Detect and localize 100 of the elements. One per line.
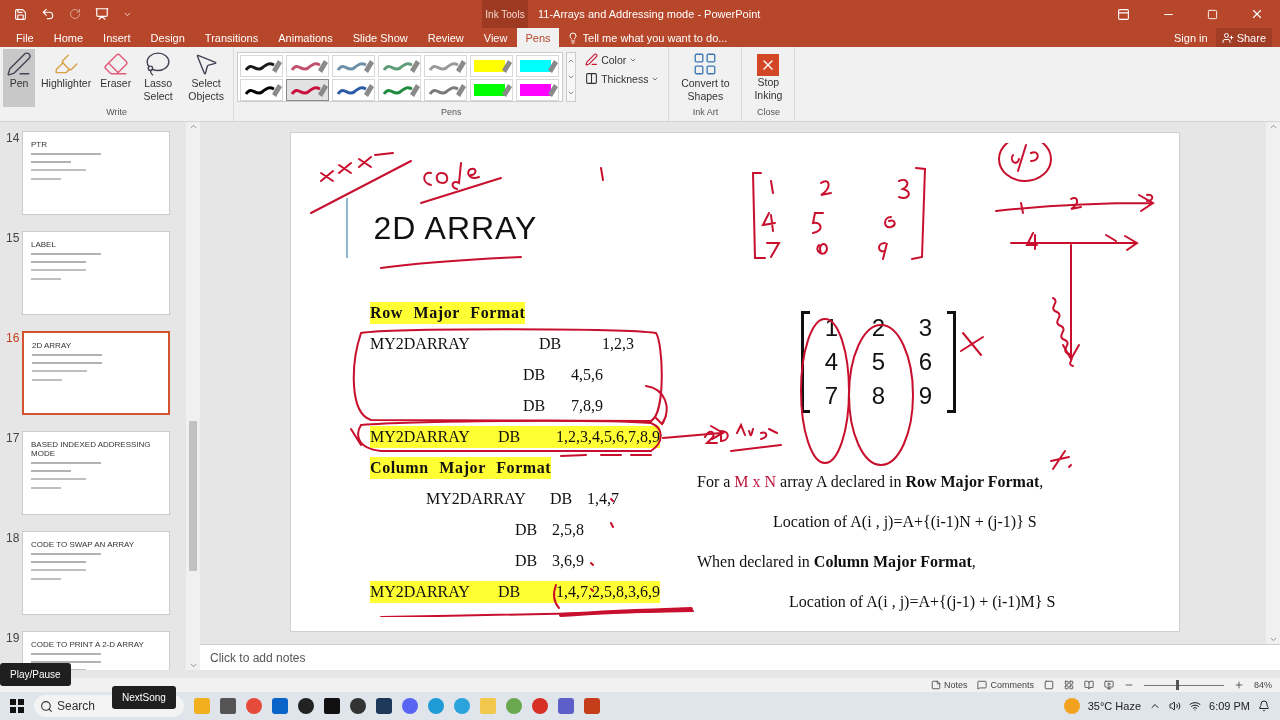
ribbon-tab[interactable]: Insert [93, 28, 141, 47]
redo-icon[interactable] [69, 8, 81, 20]
pen-tip-icon [410, 84, 421, 97]
ribbon-tab[interactable]: Transitions [194, 28, 269, 47]
slide-content-drawing [32, 354, 102, 382]
ribbon-tab[interactable]: Animations [268, 28, 343, 47]
presentation-icon[interactable] [95, 7, 109, 21]
ribbon-tab[interactable]: Slide Show [342, 28, 418, 47]
round-browser-icon[interactable] [246, 698, 262, 714]
note-icon [930, 680, 941, 690]
sign-in-link[interactable]: Sign in [1174, 31, 1208, 44]
lightbulb-icon [566, 31, 579, 44]
ribbon-tab[interactable]: Review [417, 28, 474, 47]
volume-icon[interactable] [1169, 700, 1182, 712]
pen-tip-icon [318, 84, 329, 97]
ink-tool-button[interactable]: Select Objects [182, 49, 231, 107]
slide-thumbnail[interactable]: CODE TO SWAP AN ARRAY [22, 531, 170, 615]
weather-text[interactable]: 35°C Haze [1087, 700, 1142, 712]
normal-view-icon[interactable] [1044, 680, 1054, 690]
pen-tip-icon [272, 60, 283, 73]
thumbnail-scrollbar[interactable] [186, 122, 200, 670]
statement-text: For a M x N array A declared in Row Major Format, [697, 473, 1044, 491]
save-icon[interactable] [14, 7, 27, 21]
notification-icon[interactable] [1258, 700, 1270, 712]
slide-thumbnail[interactable]: PTR [22, 131, 170, 215]
slideshow-icon[interactable] [1104, 680, 1114, 690]
ribbon-display-icon[interactable] [1117, 7, 1130, 21]
highlighter-swatch[interactable] [470, 55, 514, 77]
pen-tip-icon [410, 60, 421, 73]
ink-tool-button[interactable]: Highlighter [38, 49, 95, 107]
ribbon-tab[interactable]: Design [140, 28, 195, 47]
person-plus-icon [1221, 31, 1234, 44]
zoom-in-icon[interactable] [1234, 680, 1244, 690]
thickness-button[interactable]: Thickness [585, 72, 660, 85]
group-label: Pens [440, 107, 463, 119]
share-button[interactable]: Share [1215, 28, 1272, 47]
tell-me-field[interactable]: Tell me what you want to do... [582, 31, 783, 44]
gallery-scroll-buttons[interactable] [566, 52, 577, 102]
zoom-percent[interactable]: 84% [1254, 680, 1272, 690]
reading-view-icon[interactable] [1084, 680, 1094, 690]
section-heading: Row Major Format [370, 301, 526, 324]
undo-icon[interactable] [41, 7, 55, 21]
next-song-tooltip: NextSong [112, 686, 176, 709]
clock-time[interactable]: 6:09 PM [1209, 700, 1250, 712]
round-browser-icon[interactable] [532, 698, 548, 714]
scroll-up-icon[interactable] [1268, 122, 1278, 131]
pen-tip-icon [364, 84, 375, 97]
pen-swatch[interactable] [286, 79, 330, 101]
scroll-up-icon[interactable] [188, 122, 198, 131]
slide-thumbnail[interactable]: LABEL [22, 231, 170, 315]
convert-to-shapes-button[interactable]: Convert to Shapes [672, 49, 739, 107]
slide-thumbnail[interactable]: CODE TO PRINT A 2-D ARRAY [22, 631, 170, 670]
square-app-icon[interactable] [376, 698, 392, 714]
slide-sorter-icon[interactable] [1064, 680, 1074, 690]
ribbon-tab[interactable]: File [6, 28, 44, 47]
lines-icon [585, 72, 599, 85]
highlighter-swatch[interactable] [516, 79, 560, 101]
slide-content-drawing [31, 553, 101, 581]
pen-icon [6, 51, 32, 77]
formula-text: Location of A(i , j)=A+{(j-1) + (i-1)M} S [789, 593, 1056, 611]
maximize-icon[interactable] [1207, 8, 1218, 20]
highlighter-swatch[interactable] [470, 79, 514, 101]
slide-scrollbar[interactable] [1266, 122, 1280, 644]
more-icon[interactable] [567, 89, 576, 97]
stop-inking-button[interactable]: Stop Inking [745, 49, 792, 107]
scroll-down-icon[interactable] [1268, 635, 1278, 644]
lasso-icon [145, 51, 172, 77]
ribbon-tab[interactable]: View [473, 28, 518, 47]
close-icon[interactable] [1250, 7, 1264, 21]
windows-logo-icon[interactable] [10, 699, 24, 713]
code-line: DB 7,8,9 [523, 395, 603, 416]
ink-tool-button[interactable]: Pen [3, 49, 35, 107]
color-button[interactable]: Color [585, 53, 660, 66]
notes-placeholder[interactable]: Click to add notes [210, 650, 306, 665]
ribbon-tab[interactable]: Home [43, 28, 94, 47]
window-title: 11-Arrays and Addressing mode - PowerPoint [538, 8, 762, 20]
pen-tip-icon [502, 84, 513, 97]
scroll-down-icon[interactable] [188, 661, 198, 670]
slide-content-drawing [31, 253, 101, 281]
scroll-up-icon[interactable] [567, 57, 576, 65]
notes-button[interactable]: Notes [930, 680, 968, 690]
slide-thumbnail[interactable]: BASED INDEXED ADDRESSING MODE [22, 431, 170, 515]
pen-tip-icon [456, 60, 467, 73]
ink-tool-button[interactable]: Eraser [97, 49, 135, 107]
ribbon-tab[interactable]: Pens [517, 28, 559, 47]
scroll-down-icon[interactable] [567, 73, 576, 81]
wifi-icon[interactable] [1189, 700, 1202, 712]
pen-tip-icon [318, 60, 329, 73]
ink-tool-button[interactable]: Lasso Select [137, 49, 180, 107]
zoom-slider-thumb[interactable] [1176, 679, 1179, 690]
group-label: Write [105, 107, 128, 119]
slide-thumbnail[interactable]: 2D ARRAY [22, 331, 170, 415]
scrollbar-thumb[interactable] [189, 421, 197, 571]
pen-tip-icon [272, 84, 283, 97]
slide-content-drawing [31, 153, 101, 181]
section-heading: Column Major Format [370, 456, 552, 479]
comments-button[interactable]: Comments [977, 680, 1034, 690]
highlighter-swatch[interactable] [516, 55, 560, 77]
round-dark-app-icon[interactable] [298, 698, 314, 714]
weather-icon [1063, 698, 1080, 714]
